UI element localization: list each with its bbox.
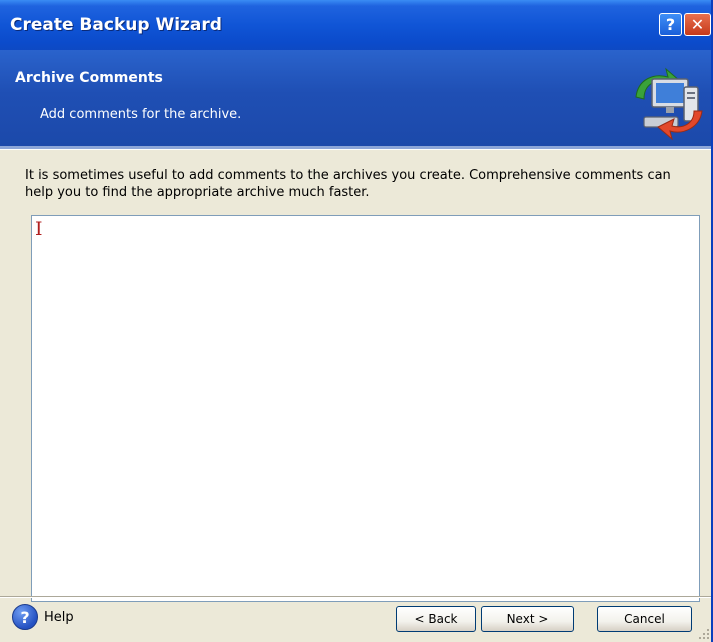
help-icon: ? <box>12 604 38 630</box>
header-divider <box>0 146 711 150</box>
footer-divider <box>0 596 711 598</box>
wizard-header: Archive Comments Add comments for the ar… <box>0 50 711 146</box>
wizard-window: Create Backup Wizard ? ✕ Archive Comment… <box>0 0 713 642</box>
comments-textarea[interactable] <box>31 215 700 602</box>
back-button[interactable]: < Back <box>396 606 476 632</box>
question-icon: ? <box>665 15 676 34</box>
title-bar[interactable]: Create Backup Wizard ? ✕ <box>0 0 711 50</box>
description-text: It is sometimes useful to add comments t… <box>25 168 671 200</box>
next-button[interactable]: Next > <box>481 606 574 632</box>
text-cursor-icon: I <box>35 218 43 240</box>
backup-computer-icon <box>635 67 703 141</box>
close-icon: ✕ <box>690 15 705 34</box>
step-title: Archive Comments <box>15 70 163 86</box>
close-button[interactable]: ✕ <box>684 13 711 36</box>
cancel-button[interactable]: Cancel <box>597 606 692 632</box>
window-title: Create Backup Wizard <box>10 15 222 35</box>
resize-grip-icon[interactable] <box>698 628 710 640</box>
help-button[interactable]: ? Help <box>12 604 74 630</box>
step-subtitle: Add comments for the archive. <box>40 107 242 122</box>
help-title-button[interactable]: ? <box>659 13 682 36</box>
help-label: Help <box>44 609 74 625</box>
